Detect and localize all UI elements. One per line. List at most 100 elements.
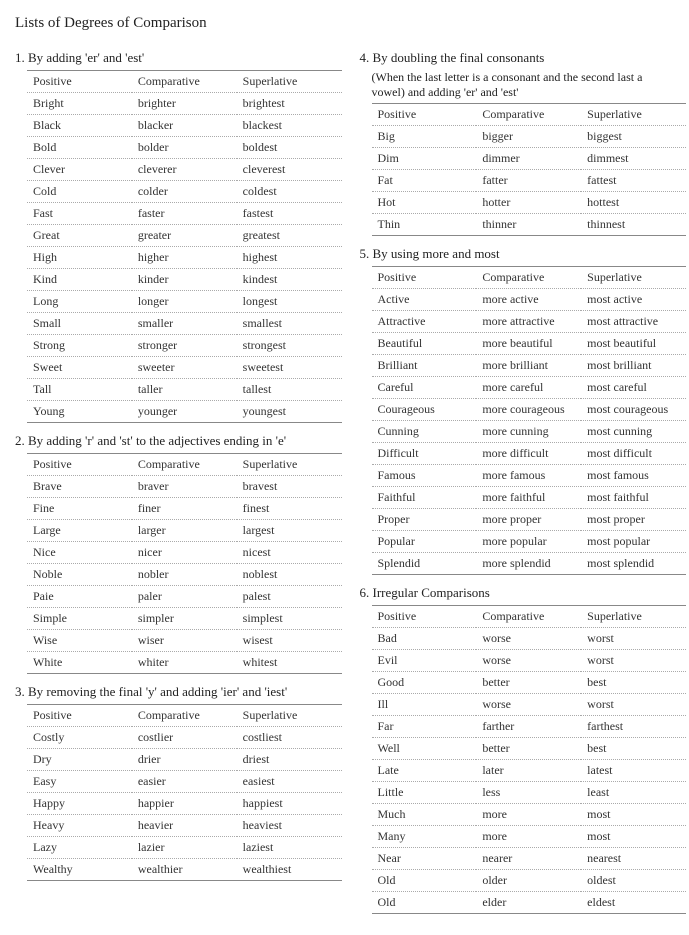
cell-positive: Attractive [372,311,477,333]
cell-superlative: longest [237,291,342,313]
cell-comparative: lazier [132,837,237,859]
cell-comparative: more [476,804,581,826]
cell-comparative: nicer [132,542,237,564]
table-header-superlative: Superlative [237,71,342,93]
cell-positive: Popular [372,531,477,553]
table-header-comparative: Comparative [476,104,581,126]
cell-comparative: blacker [132,115,237,137]
cell-comparative: wealthier [132,859,237,881]
cell-positive: Kind [27,269,132,291]
table-row: Attractivemore attractivemost attractive [372,311,687,333]
comparison-table: PositiveComparativeSuperlativeBigbiggerb… [372,103,687,236]
cell-comparative: bigger [476,126,581,148]
table-row: Blackblackerblackest [27,115,342,137]
cell-comparative: kinder [132,269,237,291]
cell-positive: Late [372,760,477,782]
table-row: Fastfasterfastest [27,203,342,225]
cell-comparative: sweeter [132,357,237,379]
table-header-positive: Positive [372,267,477,289]
table-row: Largelargerlargest [27,520,342,542]
cell-comparative: younger [132,401,237,423]
section-title: 2. By adding 'r' and 'st' to the adjecti… [15,433,330,449]
cell-superlative: driest [237,749,342,771]
cell-superlative: hottest [581,192,686,214]
cell-superlative: easiest [237,771,342,793]
cell-superlative: largest [237,520,342,542]
cell-comparative: hotter [476,192,581,214]
table-row: Bravebraverbravest [27,476,342,498]
table-row: Easyeasiereasiest [27,771,342,793]
cell-positive: Faithful [372,487,477,509]
cell-comparative: easier [132,771,237,793]
cell-positive: Long [27,291,132,313]
table-row: Talltallertallest [27,379,342,401]
cell-comparative: higher [132,247,237,269]
layout-container: 1. By adding 'er' and 'est'PositiveCompa… [15,40,674,920]
cell-positive: Noble [27,564,132,586]
cell-superlative: happiest [237,793,342,815]
table-row: Nearnearernearest [372,848,687,870]
cell-comparative: elder [476,892,581,914]
cell-comparative: more popular [476,531,581,553]
section-note: (When the last letter is a consonant and… [360,70,675,100]
comparison-table: PositiveComparativeSuperlativeBrightbrig… [27,70,342,423]
cell-superlative: worst [581,694,686,716]
table-header-superlative: Superlative [581,606,686,628]
table-row: Difficultmore difficultmost difficult [372,443,687,465]
table-row: Happyhappierhappiest [27,793,342,815]
cell-comparative: dimmer [476,148,581,170]
cell-comparative: bolder [132,137,237,159]
cell-comparative: stronger [132,335,237,357]
cell-comparative: faster [132,203,237,225]
cell-positive: Fine [27,498,132,520]
section-title: 5. By using more and most [360,246,675,262]
table-header-positive: Positive [27,71,132,93]
cell-comparative: more faithful [476,487,581,509]
cell-positive: Paie [27,586,132,608]
cell-comparative: colder [132,181,237,203]
comparison-table: PositiveComparativeSuperlativeBadworsewo… [372,605,687,914]
cell-superlative: most [581,804,686,826]
comparison-table: PositiveComparativeSuperlativeBravebrave… [27,453,342,674]
cell-positive: Tall [27,379,132,401]
table-row: Latelaterlatest [372,760,687,782]
comparison-table: PositiveComparativeSuperlativeActivemore… [372,266,687,575]
table-row: Thinthinnerthinnest [372,214,687,236]
cell-positive: Small [27,313,132,335]
cell-positive: Heavy [27,815,132,837]
cell-positive: Splendid [372,553,477,575]
section-title: 4. By doubling the final consonants [360,50,675,66]
cell-superlative: most brilliant [581,355,686,377]
cell-superlative: coldest [237,181,342,203]
cell-superlative: smallest [237,313,342,335]
cell-positive: Sweet [27,357,132,379]
cell-positive: Wise [27,630,132,652]
cell-comparative: more active [476,289,581,311]
cell-positive: Many [372,826,477,848]
cell-superlative: cleverest [237,159,342,181]
cell-positive: Bold [27,137,132,159]
cell-comparative: more [476,826,581,848]
cell-positive: Courageous [372,399,477,421]
cell-positive: Nice [27,542,132,564]
table-row: Wisewiserwisest [27,630,342,652]
cell-comparative: nobler [132,564,237,586]
table-row: Hothotterhottest [372,192,687,214]
table-header-comparative: Comparative [476,606,581,628]
cell-positive: Costly [27,727,132,749]
cell-positive: White [27,652,132,674]
cell-comparative: worse [476,694,581,716]
table-row: Whitewhiterwhitest [27,652,342,674]
cell-comparative: costlier [132,727,237,749]
table-row: Famousmore famousmost famous [372,465,687,487]
cell-positive: Active [372,289,477,311]
cell-superlative: wealthiest [237,859,342,881]
cell-comparative: more careful [476,377,581,399]
cell-positive: Near [372,848,477,870]
cell-positive: Brave [27,476,132,498]
cell-superlative: wisest [237,630,342,652]
cell-superlative: worst [581,650,686,672]
cell-comparative: whiter [132,652,237,674]
table-header-comparative: Comparative [476,267,581,289]
cell-comparative: better [476,738,581,760]
